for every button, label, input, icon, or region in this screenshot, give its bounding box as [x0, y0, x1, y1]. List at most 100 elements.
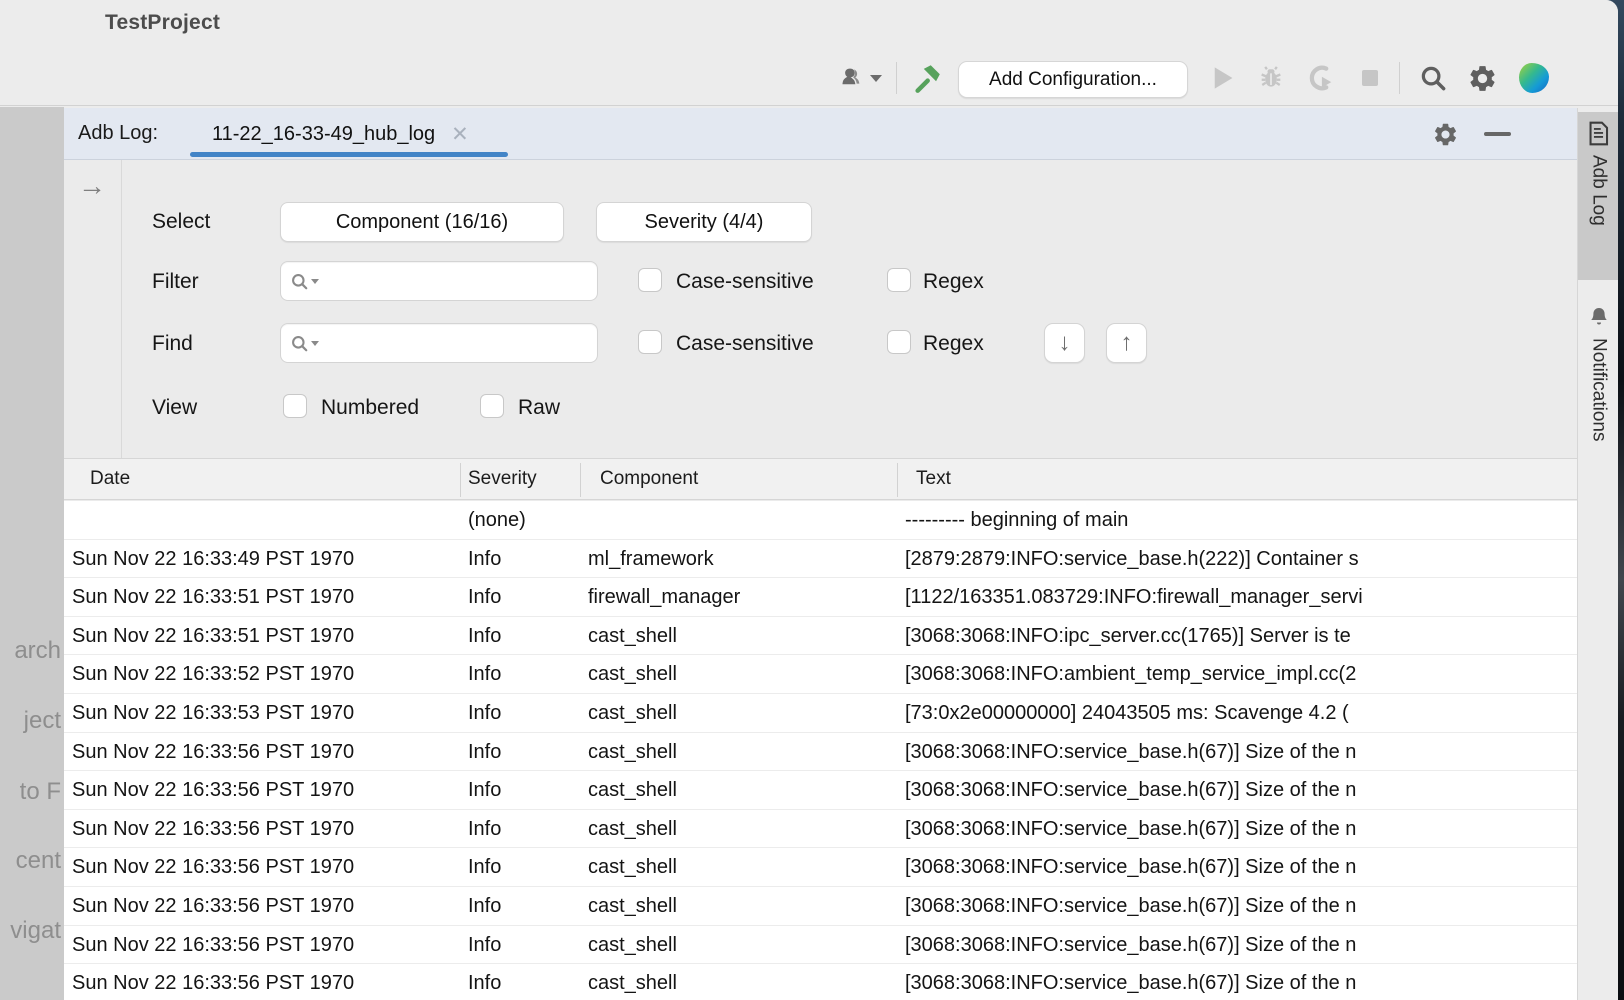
- table-row[interactable]: Sun Nov 22 16:33:56 PST 1970 Info cast_s…: [64, 810, 1577, 849]
- editor-background: arch ject to F cent vigat: [0, 107, 64, 1000]
- case-sensitive-checkbox[interactable]: [638, 268, 662, 292]
- cell-text: [1122/163351.083729:INFO:firewall_manage…: [905, 578, 1573, 617]
- document-icon: [1587, 121, 1610, 146]
- profile-sphere-icon[interactable]: [1515, 58, 1553, 98]
- raw-label: Raw: [518, 396, 560, 420]
- cell-date: Sun Nov 22 16:33:56 PST 1970: [72, 887, 456, 926]
- tool-tab-adb-log[interactable]: Adb Log: [1578, 112, 1618, 280]
- cell-severity: Info: [468, 771, 578, 810]
- table-row[interactable]: Sun Nov 22 16:33:51 PST 1970 Info firewa…: [64, 578, 1577, 617]
- column-header-severity[interactable]: Severity: [468, 459, 537, 499]
- cell-text: [2879:2879:INFO:service_base.h(222)] Con…: [905, 540, 1573, 579]
- cell-component: cast_shell: [588, 810, 894, 849]
- severity-filter-button[interactable]: Severity (4/4): [596, 202, 812, 242]
- settings-gear-icon[interactable]: [1462, 58, 1502, 98]
- panel-settings-gear-icon[interactable]: [1432, 121, 1459, 148]
- adb-log-panel: Adb Log: 11-22_16-33-49_hub_log ✕ → Sele…: [64, 108, 1577, 1000]
- cell-date: Sun Nov 22 16:33:56 PST 1970: [72, 926, 456, 965]
- cell-date: Sun Nov 22 16:33:56 PST 1970: [72, 771, 456, 810]
- table-row[interactable]: Sun Nov 22 16:33:51 PST 1970 Info cast_s…: [64, 617, 1577, 656]
- regex-checkbox[interactable]: [887, 268, 911, 292]
- cell-text: [3068:3068:INFO:service_base.h(67)] Size…: [905, 848, 1573, 887]
- table-row[interactable]: (none) --------- beginning of main: [64, 501, 1577, 540]
- build-hammer-icon[interactable]: [908, 58, 946, 98]
- run-icon[interactable]: [1208, 58, 1238, 98]
- cell-component: cast_shell: [588, 694, 894, 733]
- table-row[interactable]: Sun Nov 22 16:33:56 PST 1970 Info cast_s…: [64, 733, 1577, 772]
- cell-date: Sun Nov 22 16:33:56 PST 1970: [72, 810, 456, 849]
- cell-component: cast_shell: [588, 733, 894, 772]
- tool-tab-notifications-label: Notifications: [1588, 338, 1610, 442]
- cell-date: [72, 501, 456, 540]
- column-header-component[interactable]: Component: [600, 459, 698, 499]
- shortcut-hint: arch: [14, 637, 61, 665]
- panel-left-rail: →: [64, 160, 122, 458]
- cell-text: [3068:3068:INFO:service_base.h(67)] Size…: [905, 810, 1573, 849]
- attach-debugger-icon[interactable]: [1302, 58, 1338, 98]
- table-row[interactable]: Sun Nov 22 16:33:56 PST 1970 Info cast_s…: [64, 964, 1577, 1000]
- log-table-header: Date Severity Component Text: [64, 458, 1577, 500]
- find-regex-checkbox[interactable]: [887, 330, 911, 354]
- cell-severity: Info: [468, 887, 578, 926]
- select-label: Select: [152, 210, 210, 234]
- collapse-arrow-icon[interactable]: →: [78, 170, 106, 202]
- cell-component: cast_shell: [588, 964, 894, 1000]
- table-row[interactable]: Sun Nov 22 16:33:52 PST 1970 Info cast_s…: [64, 655, 1577, 694]
- cell-text: [3068:3068:INFO:service_base.h(67)] Size…: [905, 964, 1573, 1000]
- stop-square: [1362, 70, 1378, 86]
- column-header-text[interactable]: Text: [916, 459, 951, 499]
- table-row[interactable]: Sun Nov 22 16:33:56 PST 1970 Info cast_s…: [64, 771, 1577, 810]
- screen: TestProject Add Configuration...: [0, 0, 1624, 1000]
- cell-severity: Info: [468, 540, 578, 579]
- window-titlebar: TestProject Add Configuration...: [0, 0, 1618, 106]
- find-case-sensitive-checkbox[interactable]: [638, 330, 662, 354]
- user-icon[interactable]: [832, 58, 884, 98]
- toolbar-separator: [896, 62, 897, 94]
- table-row[interactable]: Sun Nov 22 16:33:49 PST 1970 Info ml_fra…: [64, 540, 1577, 579]
- filter-label: Filter: [152, 270, 199, 294]
- log-table-body[interactable]: (none) --------- beginning of main Sun N…: [64, 501, 1577, 1000]
- search-icon[interactable]: [1414, 58, 1452, 98]
- shortcut-hint: vigat: [10, 917, 61, 945]
- tab-close-icon[interactable]: ✕: [451, 124, 469, 145]
- table-row[interactable]: Sun Nov 22 16:33:56 PST 1970 Info cast_s…: [64, 848, 1577, 887]
- find-input[interactable]: [280, 323, 598, 363]
- tab-active-underline: [190, 152, 508, 157]
- debug-bug-icon[interactable]: [1254, 58, 1288, 98]
- column-header-date[interactable]: Date: [90, 459, 130, 499]
- cell-severity: Info: [468, 655, 578, 694]
- panel-minimize-button[interactable]: [1484, 132, 1511, 136]
- find-search-dropdown-icon[interactable]: [290, 331, 324, 355]
- add-configuration-button[interactable]: Add Configuration...: [958, 61, 1188, 98]
- find-label: Find: [152, 332, 193, 356]
- find-previous-button[interactable]: ↑: [1106, 323, 1147, 363]
- bell-icon: [1587, 305, 1611, 329]
- cell-component: cast_shell: [588, 617, 894, 656]
- numbered-checkbox[interactable]: [283, 394, 307, 418]
- cell-text: [3068:3068:INFO:service_base.h(67)] Size…: [905, 926, 1573, 965]
- shortcut-hint: to F: [20, 778, 61, 806]
- find-next-button[interactable]: ↓: [1044, 323, 1085, 363]
- search-dropdown-icon[interactable]: [290, 269, 324, 293]
- regex-label: Regex: [923, 270, 984, 294]
- raw-checkbox[interactable]: [480, 394, 504, 418]
- ide-window: TestProject Add Configuration...: [0, 0, 1618, 1000]
- cell-component: cast_shell: [588, 848, 894, 887]
- stop-icon[interactable]: [1356, 58, 1384, 98]
- filter-panel: → Select Component (16/16) Severity (4/4…: [64, 160, 1577, 458]
- table-row[interactable]: Sun Nov 22 16:33:56 PST 1970 Info cast_s…: [64, 926, 1577, 965]
- table-row[interactable]: Sun Nov 22 16:33:53 PST 1970 Info cast_s…: [64, 694, 1577, 733]
- panel-title-label: Adb Log:: [78, 122, 158, 145]
- find-regex-label: Regex: [923, 332, 984, 356]
- cell-date: Sun Nov 22 16:33:53 PST 1970: [72, 694, 456, 733]
- toolbar-separator-2: [1399, 62, 1400, 94]
- cell-text: [73:0x2e00000000] 24043505 ms: Scavenge …: [905, 694, 1573, 733]
- cell-severity: Info: [468, 694, 578, 733]
- filter-input[interactable]: [280, 261, 598, 301]
- cell-severity: Info: [468, 848, 578, 887]
- tool-tab-notifications[interactable]: Notifications: [1578, 296, 1618, 496]
- cell-date: Sun Nov 22 16:33:52 PST 1970: [72, 655, 456, 694]
- table-row[interactable]: Sun Nov 22 16:33:56 PST 1970 Info cast_s…: [64, 887, 1577, 926]
- component-filter-button[interactable]: Component (16/16): [280, 202, 564, 242]
- find-case-sensitive-label: Case-sensitive: [676, 332, 814, 356]
